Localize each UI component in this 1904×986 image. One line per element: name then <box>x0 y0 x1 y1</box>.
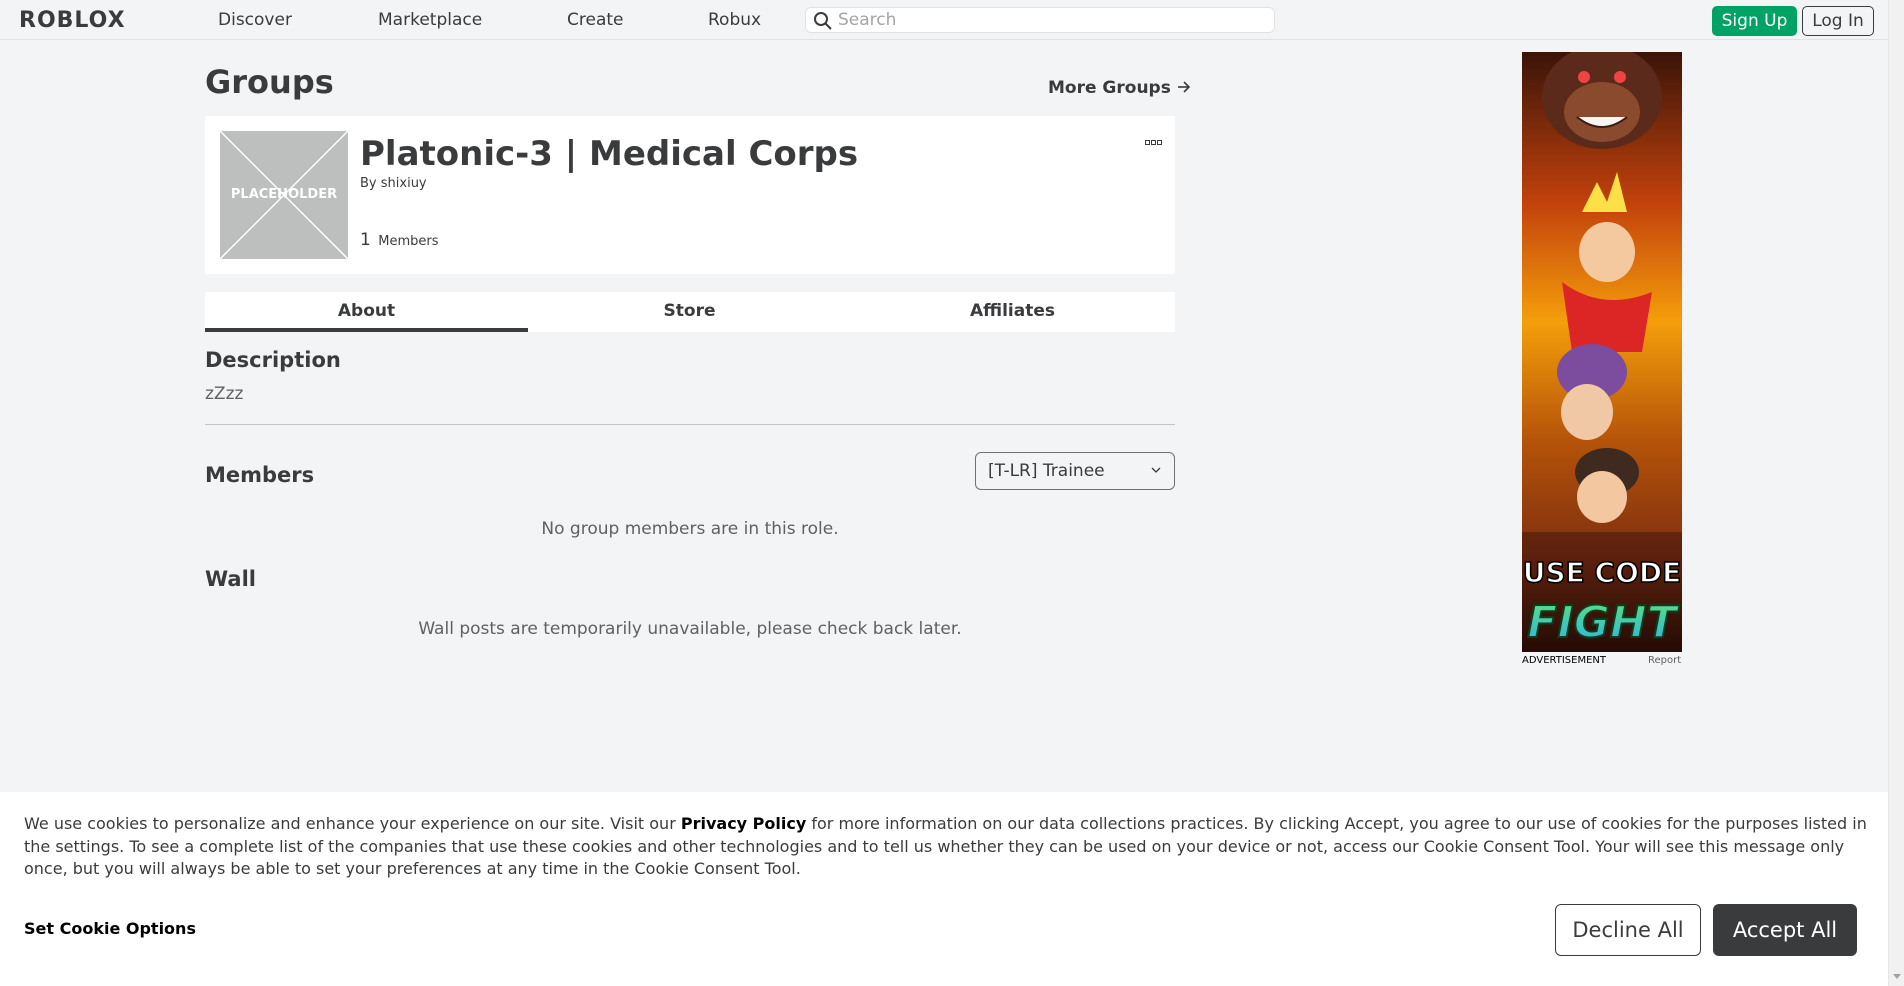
group-owner-line: By shixiuy <box>360 176 427 191</box>
role-dropdown[interactable]: [T-LR] Trainee <box>975 452 1175 490</box>
section-divider <box>205 424 1175 425</box>
cookie-text-intro: We use cookies to personalize and enhanc… <box>24 814 681 833</box>
report-ad-link[interactable]: Report <box>1648 655 1681 666</box>
decline-all-button[interactable]: Decline All <box>1555 904 1701 956</box>
chevron-down-icon <box>1151 467 1161 473</box>
search-input[interactable] <box>838 10 1268 30</box>
group-emblem: PLACEHOLDER <box>220 131 348 259</box>
cookie-consent-banner: We use cookies to personalize and enhanc… <box>0 792 1888 986</box>
tab-affiliates[interactable]: Affiliates <box>851 292 1174 332</box>
group-tabs: About Store Affiliates <box>205 292 1175 332</box>
log-in-button[interactable]: Log In <box>1802 6 1874 36</box>
search-box[interactable] <box>805 7 1275 33</box>
description-heading: Description <box>205 348 341 372</box>
nav-link-discover[interactable]: Discover <box>218 10 292 30</box>
member-count-label: Members <box>378 234 439 249</box>
advertisement-label: ADVERTISEMENT <box>1522 655 1607 666</box>
ad-promo-line2: FIGHT <box>1527 597 1679 648</box>
advertisement-banner[interactable]: USE CODE FIGHT <box>1522 52 1682 652</box>
set-cookie-options-link[interactable]: Set Cookie Options <box>24 919 196 938</box>
role-dropdown-value: [T-LR] Trainee <box>988 461 1105 481</box>
more-options-icon[interactable] <box>1145 130 1165 145</box>
description-text: zZzz <box>205 384 244 404</box>
roblox-logo[interactable]: ROBLOX <box>19 8 126 33</box>
group-owner-link[interactable]: shixiuy <box>381 176 427 191</box>
members-heading: Members <box>205 463 315 487</box>
cookie-consent-text: We use cookies to personalize and enhanc… <box>24 813 1874 881</box>
nav-link-robux[interactable]: Robux <box>708 10 761 30</box>
members-empty-message: No group members are in this role. <box>541 519 839 539</box>
more-groups-link[interactable]: More Groups <box>1048 78 1191 98</box>
scroll-down-arrow-icon[interactable] <box>1893 974 1901 979</box>
arrow-right-icon <box>1177 81 1190 93</box>
ad-promo-line1: USE CODE <box>1523 556 1682 589</box>
ad-artwork-image: USE CODE FIGHT <box>1522 52 1682 652</box>
nav-link-marketplace[interactable]: Marketplace <box>378 10 482 30</box>
search-icon <box>814 12 832 30</box>
wall-unavailable-message: Wall posts are temporarily unavailable, … <box>418 619 962 639</box>
tab-store[interactable]: Store <box>528 292 851 332</box>
member-count-value: 1 <box>360 230 371 250</box>
member-count: 1 Members <box>360 230 438 250</box>
by-label: By <box>360 176 377 191</box>
sign-up-button[interactable]: Sign Up <box>1712 6 1797 36</box>
tab-about[interactable]: About <box>205 292 528 332</box>
page-scrollbar[interactable] <box>1888 0 1904 986</box>
placeholder-label: PLACEHOLDER <box>230 187 338 202</box>
accept-all-button[interactable]: Accept All <box>1713 904 1857 956</box>
group-header-card: PLACEHOLDER Platonic-3 | Medical Corps B… <box>205 116 1175 274</box>
page-title: Groups <box>205 63 334 101</box>
more-groups-label: More Groups <box>1048 78 1171 98</box>
nav-link-create[interactable]: Create <box>567 10 624 30</box>
privacy-policy-link[interactable]: Privacy Policy <box>681 814 806 833</box>
top-navigation-bar: ROBLOX Discover Marketplace Create Robux… <box>0 0 1888 40</box>
group-name: Platonic-3 | Medical Corps <box>360 134 859 174</box>
wall-heading: Wall <box>205 567 256 591</box>
